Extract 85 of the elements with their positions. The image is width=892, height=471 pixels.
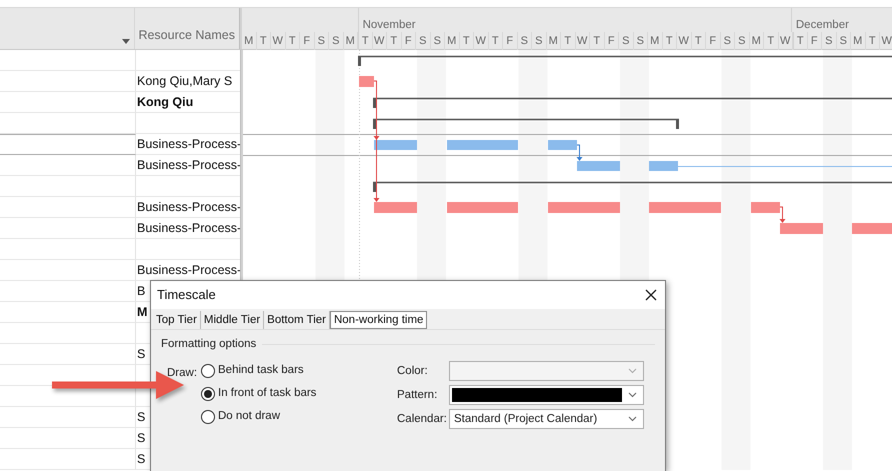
resource-name: Business-Process-: [137, 221, 242, 235]
day-label: F: [604, 32, 619, 50]
resource-name: Business-Process-: [137, 158, 242, 172]
task-bar: [852, 223, 892, 234]
chevron-down-icon: [628, 392, 637, 398]
day-label: T: [692, 32, 706, 50]
day-label: M: [344, 32, 358, 50]
day-label: W: [474, 32, 488, 50]
day-label: M: [750, 32, 764, 50]
month-label: December: [790, 8, 892, 32]
day-label: W: [372, 32, 387, 50]
chevron-down-icon: [628, 416, 637, 422]
day-label: T: [286, 32, 300, 50]
resource-name: M: [137, 305, 148, 319]
caret-down-icon: [122, 39, 130, 44]
task-bar: [780, 223, 823, 234]
day-label: F: [503, 32, 518, 50]
task-bar: [548, 202, 620, 213]
day-label: T: [561, 32, 576, 50]
day-label: T: [764, 32, 778, 50]
day-label: T: [460, 32, 474, 50]
resource-name: S: [137, 452, 146, 466]
task-bar: [447, 140, 518, 150]
day-label: T: [488, 32, 503, 50]
radio-button[interactable]: [201, 386, 215, 401]
task-bar: [374, 202, 417, 213]
day-label: M: [445, 32, 460, 50]
resource-name: Kong Qiu,Mary S: [137, 74, 232, 88]
day-label: M: [648, 32, 662, 50]
month-label: November: [358, 8, 791, 32]
task-bar: [751, 202, 780, 213]
task-bar: [577, 161, 620, 171]
day-label: T: [866, 32, 880, 50]
task-bar: [374, 140, 417, 150]
column-header[interactable]: Resource Names: [135, 8, 240, 49]
day-label: F: [402, 32, 416, 50]
day-label: F: [706, 32, 720, 50]
radio-button[interactable]: [201, 364, 215, 378]
dropdown[interactable]: Standard (Project Calendar): [449, 409, 644, 430]
field-label: Pattern:: [397, 388, 438, 403]
resource-name: Business-Process-: [137, 200, 242, 214]
day-label: F: [808, 32, 822, 50]
task-bar: [447, 202, 518, 213]
radio-label[interactable]: Behind task bars: [218, 362, 304, 380]
radio-label[interactable]: In front of task bars: [218, 385, 316, 402]
resource-name: B: [137, 284, 146, 298]
chevron-down-icon: [628, 368, 637, 374]
day-label: T: [590, 32, 604, 50]
radio-label[interactable]: Do not draw: [218, 408, 280, 426]
tab[interactable]: Non-working time: [330, 311, 428, 329]
day-label: T: [387, 32, 402, 50]
dialog-title: Timescale: [157, 286, 216, 304]
field-label: Calendar:: [397, 412, 448, 427]
resource-name: Business-Process-: [137, 263, 242, 277]
task-bar: [649, 202, 721, 213]
day-label: W: [880, 32, 892, 50]
tab[interactable]: Top Tier: [153, 311, 201, 329]
group-label: Formatting options: [161, 337, 256, 352]
field-label: Color:: [397, 364, 429, 379]
task-bar: [548, 140, 577, 150]
day-label: F: [300, 32, 314, 50]
resource-name: Business-Process-: [137, 137, 242, 151]
resource-name: Kong Qiu: [137, 95, 194, 109]
resource-name: S: [137, 410, 146, 424]
day-label: M: [546, 32, 561, 50]
resource-name: S: [137, 431, 146, 445]
field-label: Draw:: [167, 367, 198, 380]
task-bar: [359, 76, 374, 87]
dropdown[interactable]: [449, 385, 644, 406]
day-label: W: [576, 32, 590, 50]
day-label: T: [256, 32, 271, 50]
day-label: W: [271, 32, 286, 50]
day-label: T: [358, 32, 372, 50]
radio-button[interactable]: [201, 410, 215, 424]
day-label: W: [778, 32, 793, 50]
task-bar: [649, 161, 678, 171]
close-button[interactable]: [643, 287, 659, 303]
day-label: T: [793, 32, 808, 50]
day-label: W: [677, 32, 692, 50]
day-label: M: [851, 32, 866, 50]
link-arrow: [576, 144, 582, 161]
day-label: T: [662, 32, 677, 50]
day-label: M: [242, 32, 256, 50]
resource-name: S: [137, 347, 146, 361]
link-arrow: [780, 206, 786, 223]
